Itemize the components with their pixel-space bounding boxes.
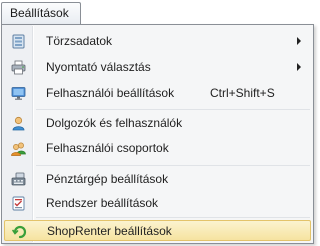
- users-group-icon: [11, 142, 26, 156]
- menu-item-felhasznaloi-beallitasok[interactable]: Felhasználói beállítások Ctrl+Shift+S: [4, 83, 311, 104]
- menu-item-label: Felhasználói csoportok: [46, 141, 169, 155]
- menu-item-label: Felhasználói beállítások: [46, 86, 175, 100]
- database-icon: [12, 34, 25, 49]
- menu-beallitasok[interactable]: Beállítások: [1, 2, 81, 24]
- menu-item-label: Nyomtató választás: [46, 60, 151, 74]
- monitor-icon: [11, 87, 26, 100]
- printer-icon: [11, 60, 26, 75]
- menu-item-torzsadatok[interactable]: Törzsadatok: [4, 31, 311, 52]
- menu-item-nyomtato-valasztas[interactable]: Nyomtató választás: [4, 57, 311, 78]
- menu-item-felhasznaloi-csoportok[interactable]: Felhasználói csoportok: [4, 138, 311, 159]
- menu-item-rendszer-beallitasok[interactable]: Rendszer beállítások: [4, 193, 311, 214]
- submenu-arrow-icon: [297, 63, 301, 71]
- menu-item-dolgozok-es-felhasznalok[interactable]: Dolgozók és felhasználók: [4, 113, 311, 134]
- menu-item-label: Rendszer beállítások: [46, 196, 159, 210]
- menu-item-shoprenter-beallitasok[interactable]: ShopRenter beállítások: [4, 220, 311, 241]
- menu-separator: [36, 109, 310, 110]
- menu-item-label: ShopRenter beállítások: [47, 224, 172, 238]
- menu-item-label: Törzsadatok: [46, 34, 113, 48]
- menu-item-penztargep-beallitasok[interactable]: Pénztárgép beállítások: [4, 169, 311, 190]
- dropdown-menu: Törzsadatok Nyomtató választás Felhaszná…: [1, 24, 314, 244]
- menu-bar: Beállítások: [0, 0, 317, 25]
- menu-separator: [36, 165, 310, 166]
- user-icon: [12, 116, 25, 131]
- submenu-arrow-icon: [297, 37, 301, 45]
- menu-item-shortcut: Ctrl+Shift+S: [210, 86, 275, 100]
- shoprenter-icon: [12, 225, 27, 239]
- menu-item-label: Pénztárgép beállítások: [46, 172, 169, 186]
- cash-register-icon: [11, 172, 26, 186]
- menu-beallitasok-label: Beállítások: [10, 6, 69, 20]
- menu-separator: [36, 217, 310, 218]
- checklist-icon: [12, 196, 25, 211]
- menu-item-label: Dolgozók és felhasználók: [46, 116, 183, 130]
